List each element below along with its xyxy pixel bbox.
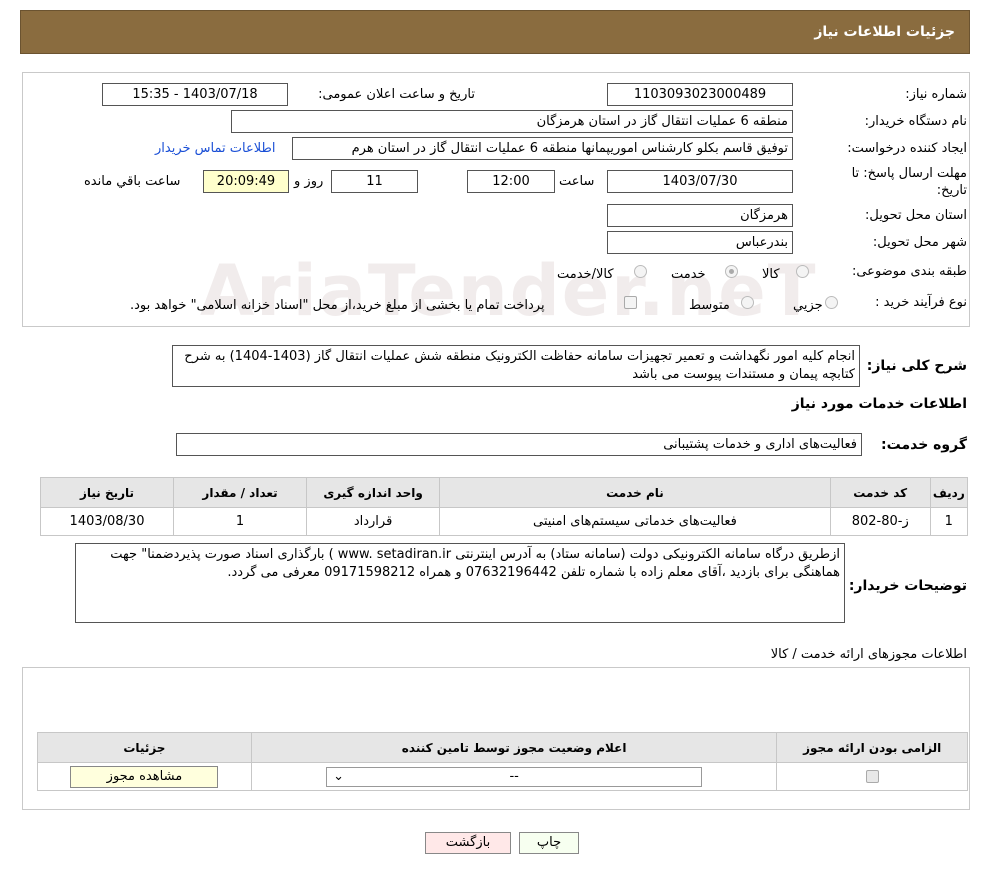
treasury-checkbox[interactable] bbox=[624, 296, 637, 309]
treasury-note: پرداخت تمام یا بخشی از مبلغ خرید،از محل … bbox=[130, 298, 545, 313]
print-button[interactable]: چاپ bbox=[519, 832, 579, 854]
chevron-down-icon: ⌄ bbox=[333, 768, 345, 784]
cell-code: ز-80-802 bbox=[829, 507, 931, 536]
permits-table: الزامی بودن ارائه مجوز اعلام وضعیت مجوز … bbox=[37, 732, 968, 791]
col-permit-status: اعلام وضعیت مجوز توسط تامین کننده bbox=[250, 732, 778, 763]
need-number-label: شماره نیاز: bbox=[905, 87, 967, 102]
process-minor-radio[interactable] bbox=[825, 296, 838, 309]
buyer-contact-link[interactable]: اطلاعات تماس خریدار bbox=[155, 141, 275, 156]
creator-label: ایجاد کننده درخواست: bbox=[847, 141, 967, 156]
service-group-field: فعالیت‌های اداری و خدمات پشتیبانی bbox=[176, 433, 862, 456]
service-group-label: گروه خدمت: bbox=[881, 437, 967, 453]
province-label: استان محل تحویل: bbox=[865, 208, 967, 223]
cell-unit: قرارداد bbox=[306, 507, 441, 536]
description-label: شرح کلی نیاز: bbox=[866, 358, 967, 374]
category-option-goods: کالا bbox=[762, 267, 780, 282]
table-row: 1 ز-80-802 فعالیت‌های خدماتی سیستم‌های ا… bbox=[39, 507, 969, 536]
remaining-time-field: 20:09:49 bbox=[203, 170, 289, 193]
cell-date: 1403/08/30 bbox=[39, 507, 175, 536]
col-qty: تعداد / مقدار bbox=[173, 477, 308, 508]
deadline-date-field: 1403/07/30 bbox=[607, 170, 793, 193]
permit-status-value: -- bbox=[509, 768, 519, 784]
col-row: ردیف bbox=[929, 477, 969, 508]
category-service-radio[interactable] bbox=[725, 265, 738, 278]
deadline-label: مهلت ارسال پاسخ: تا bbox=[851, 166, 967, 181]
deadline-time-field: 12:00 bbox=[467, 170, 555, 193]
process-option-minor: جزيي bbox=[793, 298, 823, 313]
process-option-medium: متوسط bbox=[689, 298, 730, 313]
view-permit-button[interactable]: مشاهده مجوز bbox=[70, 765, 219, 788]
category-label: طبقه بندی موضوعی: bbox=[851, 264, 967, 279]
col-name: نام خدمت bbox=[439, 477, 831, 508]
cell-row: 1 bbox=[929, 507, 969, 536]
deadline-time-label: ساعت bbox=[559, 174, 595, 189]
page-header: جزئیات اطلاعات نیاز bbox=[20, 10, 970, 54]
process-label: نوع فرآیند خرید : bbox=[875, 295, 967, 310]
announce-field: 1403/07/18 - 15:35 bbox=[102, 83, 288, 106]
table-row: -- ⌄ مشاهده مجوز bbox=[37, 762, 968, 791]
days-label: روز و bbox=[294, 174, 324, 189]
city-label: شهر محل تحویل: bbox=[872, 235, 967, 250]
category-goods-radio[interactable] bbox=[796, 265, 809, 278]
col-permit-details: جزئیات bbox=[37, 732, 252, 763]
cell-qty: 1 bbox=[173, 507, 308, 536]
buyer-field: منطقه 6 عملیات انتقال گاز در استان هرمزگ… bbox=[231, 110, 793, 133]
category-option-service: خدمت bbox=[671, 267, 706, 282]
remaining-label: ساعت باقي مانده bbox=[84, 174, 181, 189]
announce-label: تاریخ و ساعت اعلان عمومی: bbox=[318, 87, 475, 102]
process-medium-radio[interactable] bbox=[741, 296, 754, 309]
days-field: 11 bbox=[331, 170, 418, 193]
page-title: جزئیات اطلاعات نیاز bbox=[814, 24, 955, 40]
services-title: اطلاعات خدمات مورد نیاز bbox=[791, 396, 967, 412]
buyer-notes-label: توضیحات خریدار: bbox=[848, 578, 967, 594]
deadline-label-date: تاریخ: bbox=[936, 183, 967, 198]
category-both-radio[interactable] bbox=[634, 265, 647, 278]
permits-title: اطلاعات مجوزهای ارائه خدمت / کالا bbox=[770, 647, 967, 662]
services-table: ردیف کد خدمت نام خدمت واحد اندازه گیری ت… bbox=[39, 477, 969, 536]
buyer-notes-textarea[interactable]: ازطریق درگاه سامانه الکترونیکی دولت (سام… bbox=[75, 543, 845, 623]
col-date: تاریخ نیاز bbox=[39, 477, 175, 508]
col-permit-required: الزامی بودن ارائه مجوز bbox=[776, 732, 968, 763]
col-code: کد خدمت bbox=[829, 477, 931, 508]
category-option-both: کالا/خدمت bbox=[557, 267, 614, 282]
province-field: هرمزگان bbox=[607, 204, 793, 227]
col-unit: واحد اندازه گیری bbox=[306, 477, 441, 508]
description-textarea[interactable]: انجام کلیه امور نگهداشت و تعمیر تجهیزات … bbox=[172, 345, 860, 387]
creator-field: توفیق قاسم بکلو کارشناس اموریپمانها منطق… bbox=[292, 137, 793, 160]
cell-name: فعالیت‌های خدماتی سیستم‌های امنیتی bbox=[439, 507, 831, 536]
permit-required-checkbox bbox=[865, 770, 879, 783]
permit-status-select[interactable]: -- ⌄ bbox=[326, 766, 703, 787]
city-field: بندرعباس bbox=[607, 231, 793, 254]
back-button[interactable]: بازگشت bbox=[425, 832, 511, 854]
need-number-field: 1103093023000489 bbox=[607, 83, 793, 106]
buyer-label: نام دستگاه خریدار: bbox=[864, 114, 967, 129]
